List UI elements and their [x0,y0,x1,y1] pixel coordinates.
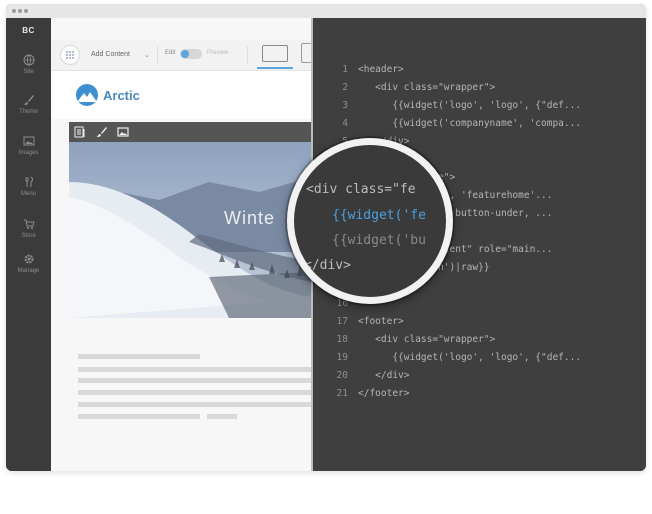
code-line[interactable]: 3 {{widget('logo', 'logo', {"def... [312,100,646,118]
line-number: 17 [336,316,348,327]
site-header: Arctic [51,71,312,119]
toolbar-divider [157,46,158,64]
sidebar-item-manage[interactable]: Manage [6,253,51,274]
code-text: </footer> [358,388,410,399]
text-placeholder-line [78,402,312,407]
image-icon [23,136,34,146]
text-placeholder-line [78,414,200,419]
code-line[interactable]: 1 <header> [312,64,646,82]
text-placeholder-line [78,378,312,383]
window-dot[interactable] [18,9,22,13]
line-number: 21 [336,388,348,399]
code-line[interactable]: 4 {{widget('companyname', 'compa... [312,118,646,136]
text-placeholder-line [78,390,312,395]
mountain-logo-icon[interactable] [76,84,98,106]
window-dot[interactable] [12,9,16,13]
sidebar-item-label: Theme [19,109,38,115]
code-line[interactable]: 20 </div> [312,370,646,388]
code-text: <footer> [358,316,404,327]
line-number: 2 [342,82,348,93]
code-line[interactable]: 2 <div class="wrapper"> [312,82,646,100]
preview-label: Preview [207,50,229,56]
grid-icon [66,51,74,59]
sidebar-item-label: Store [21,233,36,239]
sidebar-item-images[interactable]: Images [6,135,51,156]
hero-title: Winte [224,208,276,228]
code-line[interactable]: 17 <footer> [312,316,646,334]
line-number: 18 [336,334,348,345]
add-content-button[interactable]: Add Content [91,51,130,58]
code-line[interactable]: 21 </footer> [312,388,646,406]
line-number: 20 [336,370,348,381]
widget-toolbar [69,122,312,142]
text-icon[interactable] [74,126,86,138]
text-placeholder-line [78,367,312,372]
editor-toolbar: Add Content ⌄ Edit Preview [51,40,312,71]
gear-icon [24,254,33,264]
edit-preview-toggle[interactable] [180,49,202,59]
magnified-code-line: {{widget('fe [332,208,426,223]
title-bar [6,4,646,18]
sidebar-item-site[interactable]: Site [6,54,51,75]
snowy-mountain-image [69,142,312,318]
sidebar-item-label: Manage [17,268,40,274]
desktop-view-icon[interactable] [262,45,288,62]
cart-icon [23,219,35,229]
sidebar-item-label: Images [18,150,39,156]
code-text: {{widget('companyname', 'compa... [358,118,582,129]
code-text: <div class="wrapper"> [358,334,496,345]
widget-grid-button[interactable] [60,45,80,65]
fork-knife-icon [25,176,33,187]
edit-label: Edit [165,50,176,56]
brush-icon[interactable] [95,126,107,138]
sidebar-item-store[interactable]: Store [6,218,51,239]
editor-canvas: Add Content ⌄ Edit Preview Arctic Winte [51,18,312,471]
line-number: 3 [342,100,348,111]
brand-logo[interactable]: BC [6,26,51,35]
image-icon[interactable] [117,126,129,138]
code-text: </div> [358,370,410,381]
chevron-down-icon[interactable]: ⌄ [144,51,150,59]
line-number: 4 [342,118,348,129]
text-placeholder-line [207,414,237,419]
magnifier-lens: <div class="fe {{widget('fe {{widget('bu… [287,138,453,304]
globe-icon [23,54,34,66]
magnified-code-line: <div class="fe [306,182,416,197]
brush-icon [23,95,34,105]
code-line[interactable]: 18 <div class="wrapper"> [312,334,646,352]
active-device-indicator [257,67,293,69]
app-window: BC Site Theme Images Menu Store Manage A… [6,4,646,471]
toggle-knob [181,50,189,58]
sidebar: BC Site Theme Images Menu Store Manage [6,18,51,471]
line-number: 1 [342,64,348,75]
line-number: 19 [336,352,348,363]
code-text: <header> [358,64,404,75]
code-text: <div class="wrapper"> [358,82,496,93]
sidebar-item-menu[interactable]: Menu [6,176,51,197]
toolbar-divider [247,46,248,64]
hero-image[interactable]: Winte [69,142,312,318]
site-logo-text[interactable]: Arctic [103,88,140,103]
sidebar-item-label: Menu [20,191,36,197]
magnified-code-line: {{widget('bu [332,233,426,248]
text-placeholder-line [78,354,200,359]
sidebar-item-theme[interactable]: Theme [6,94,51,115]
code-line[interactable]: 19 {{widget('logo', 'logo', {"def... [312,352,646,370]
sidebar-item-label: Site [23,69,34,75]
window-dot[interactable] [24,9,28,13]
magnified-code-line: </div> [304,258,351,273]
code-text: {{widget('logo', 'logo', {"def... [358,100,582,111]
code-text: {{widget('logo', 'logo', {"def... [358,352,582,363]
